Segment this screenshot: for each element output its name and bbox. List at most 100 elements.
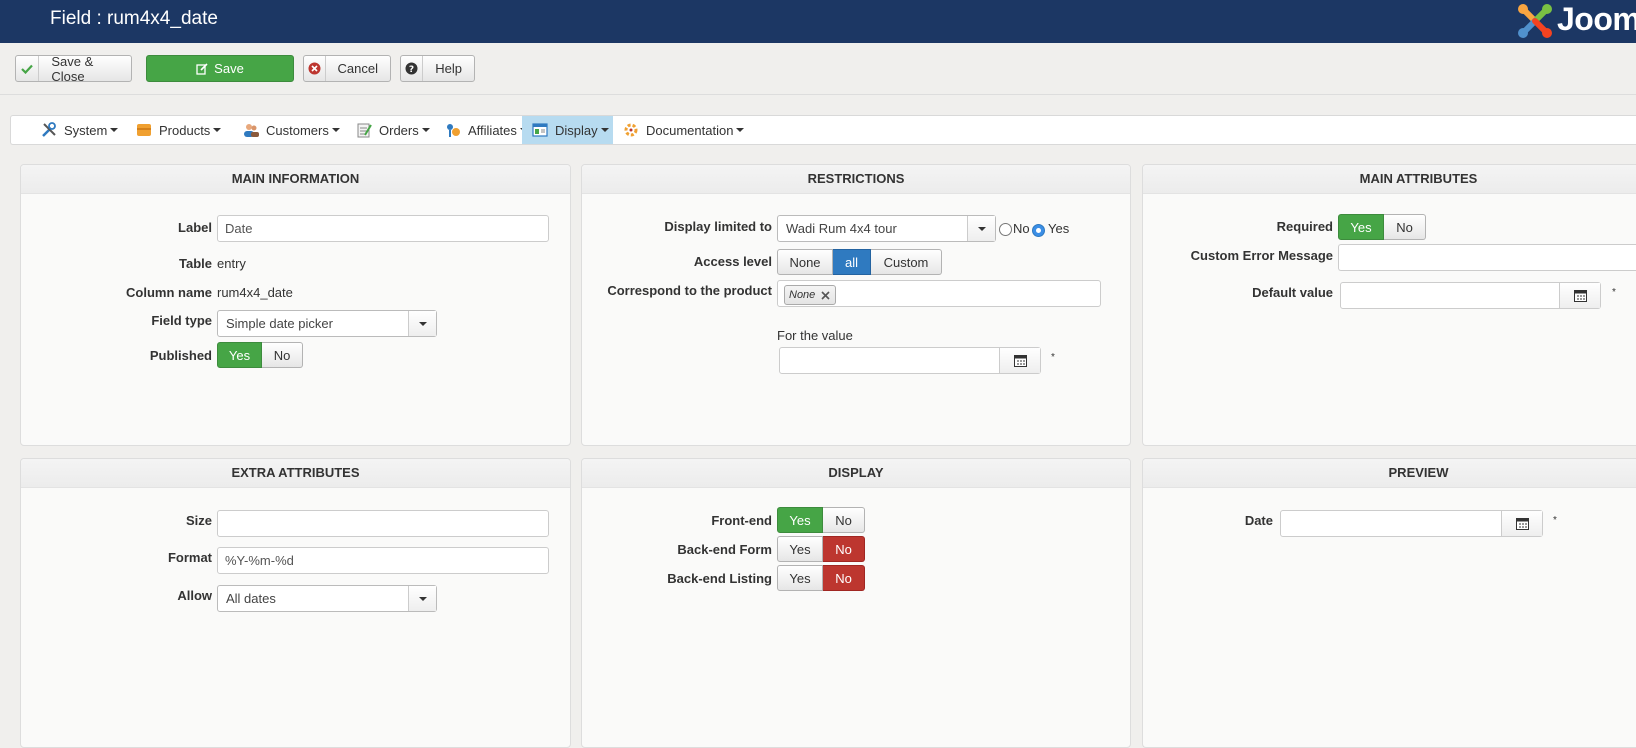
- allow-select[interactable]: All dates: [217, 585, 437, 612]
- frontend-toggle: Yes No: [777, 507, 865, 533]
- preview-date-field[interactable]: [1280, 510, 1543, 537]
- display-limited-yes-label: Yes: [1048, 221, 1070, 236]
- allow-label: Allow: [177, 588, 212, 603]
- joomla-logo-icon: [1518, 4, 1552, 38]
- default-value-date-field[interactable]: [1340, 282, 1601, 309]
- tools-icon: [42, 122, 56, 137]
- access-level-toggle: None all Custom: [777, 249, 942, 275]
- allow-value: All dates: [226, 591, 276, 606]
- format-input[interactable]: %Y-%m-%d: [217, 547, 549, 574]
- display-limited-select[interactable]: Wadi Rum 4x4 tour: [777, 215, 996, 242]
- display-limited-no-label: No: [1013, 221, 1030, 236]
- required-label: Required: [1276, 219, 1333, 234]
- for-value-date-field[interactable]: [779, 347, 1041, 374]
- menu-orders-label: Orders: [379, 122, 419, 138]
- orders-icon: [357, 123, 372, 138]
- cancel-label: Cancel: [337, 61, 378, 76]
- save-button[interactable]: Save: [146, 55, 294, 82]
- menu-documentation[interactable]: Documentation: [623, 116, 745, 144]
- svg-text:?: ?: [409, 65, 414, 75]
- menu-system-label: System: [64, 122, 108, 138]
- for-value-label: For the value: [777, 328, 853, 343]
- header-bar: Field : rum4x4_date Joomla!: [0, 0, 1636, 43]
- calendar-icon[interactable]: [1501, 511, 1542, 536]
- help-label: Help: [435, 61, 462, 76]
- frontend-no-button[interactable]: No: [823, 507, 865, 533]
- frontend-label: Front-end: [711, 513, 772, 528]
- main-attributes-heading: MAIN ATTRIBUTES: [1359, 171, 1478, 186]
- menu-customers[interactable]: Customers: [243, 116, 340, 144]
- customers-icon: [244, 124, 259, 137]
- display-limited-label: Display limited to: [664, 219, 772, 234]
- menu-products[interactable]: Products: [136, 116, 222, 144]
- menu-system[interactable]: System: [41, 116, 119, 144]
- chevron-down-icon: [331, 128, 340, 132]
- backend-listing-no-button[interactable]: No: [823, 565, 865, 591]
- joomla-logo-text: Joomla!: [1557, 1, 1636, 37]
- field-type-value: Simple date picker: [226, 316, 333, 331]
- help-icon: ?: [401, 56, 424, 81]
- backend-listing-yes-button[interactable]: Yes: [777, 565, 823, 591]
- save-close-label: Save & Close: [51, 53, 94, 84]
- preview-date-label: Date: [1244, 513, 1273, 528]
- required-yes-button[interactable]: Yes: [1338, 214, 1384, 240]
- published-yes-button[interactable]: Yes: [217, 342, 262, 368]
- calendar-icon[interactable]: [1559, 283, 1600, 308]
- products-icon: [137, 124, 151, 136]
- preview-panel: PREVIEW Date *: [1142, 458, 1636, 748]
- calendar-icon[interactable]: [999, 348, 1040, 373]
- product-tag: None: [784, 285, 837, 305]
- component-menu: System Products Customers Orders Affilia…: [10, 115, 1636, 145]
- field-type-select[interactable]: Simple date picker: [217, 310, 437, 337]
- cancel-icon: [304, 56, 326, 81]
- menu-documentation-label: Documentation: [646, 122, 734, 138]
- custom-error-label: Custom Error Message: [1190, 248, 1333, 263]
- published-toggle: Yes No: [217, 342, 303, 368]
- custom-error-input[interactable]: [1338, 244, 1636, 271]
- label-field-label: Label: [178, 220, 212, 235]
- affiliates-icon: [447, 124, 460, 137]
- published-no-button[interactable]: No: [262, 342, 303, 368]
- required-mark: *: [1612, 287, 1616, 298]
- required-mark: *: [1051, 352, 1055, 363]
- cancel-button[interactable]: Cancel: [303, 55, 391, 82]
- menu-affiliates[interactable]: Affiliates: [445, 116, 528, 144]
- table-value: entry: [217, 256, 246, 271]
- access-all-button[interactable]: all: [833, 249, 871, 275]
- display-icon: [532, 123, 548, 137]
- chevron-down-icon: [967, 216, 995, 241]
- close-icon[interactable]: [820, 290, 831, 301]
- backend-form-toggle: Yes No: [777, 536, 865, 562]
- display-limited-no-radio[interactable]: [999, 223, 1012, 236]
- format-label: Format: [167, 550, 212, 565]
- size-label: Size: [185, 513, 212, 528]
- backend-form-yes-button[interactable]: Yes: [777, 536, 823, 562]
- label-input[interactable]: Date: [217, 215, 549, 242]
- backend-form-no-button[interactable]: No: [823, 536, 865, 562]
- main-attributes-panel: MAIN ATTRIBUTES Required Yes No Custom E…: [1142, 164, 1636, 446]
- menu-affiliates-label: Affiliates: [468, 122, 517, 138]
- correspond-product-label: Correspond to the product: [607, 283, 772, 298]
- chevron-down-icon: [213, 128, 222, 132]
- access-level-label: Access level: [693, 254, 772, 269]
- help-button[interactable]: ? Help: [400, 55, 475, 82]
- menu-orders[interactable]: Orders: [356, 116, 430, 144]
- required-toggle: Yes No: [1338, 214, 1426, 240]
- check-icon: [16, 56, 40, 81]
- required-no-button[interactable]: No: [1384, 214, 1426, 240]
- display-limited-value: Wadi Rum 4x4 tour: [786, 221, 897, 236]
- menu-products-label: Products: [159, 122, 211, 138]
- save-close-button[interactable]: Save & Close: [15, 53, 132, 84]
- preview-heading: PREVIEW: [1388, 465, 1449, 480]
- backend-form-label: Back-end Form: [677, 542, 772, 557]
- backend-listing-toggle: Yes No: [777, 565, 865, 591]
- menu-display[interactable]: Display: [522, 116, 613, 144]
- backend-listing-label: Back-end Listing: [667, 571, 772, 586]
- edit-icon: [196, 62, 208, 75]
- access-none-button[interactable]: None: [777, 249, 833, 275]
- size-input[interactable]: [217, 510, 549, 537]
- access-custom-button[interactable]: Custom: [871, 249, 942, 275]
- display-limited-yes-radio[interactable]: [1032, 224, 1045, 237]
- correspond-product-input[interactable]: None: [777, 280, 1101, 307]
- frontend-yes-button[interactable]: Yes: [777, 507, 823, 533]
